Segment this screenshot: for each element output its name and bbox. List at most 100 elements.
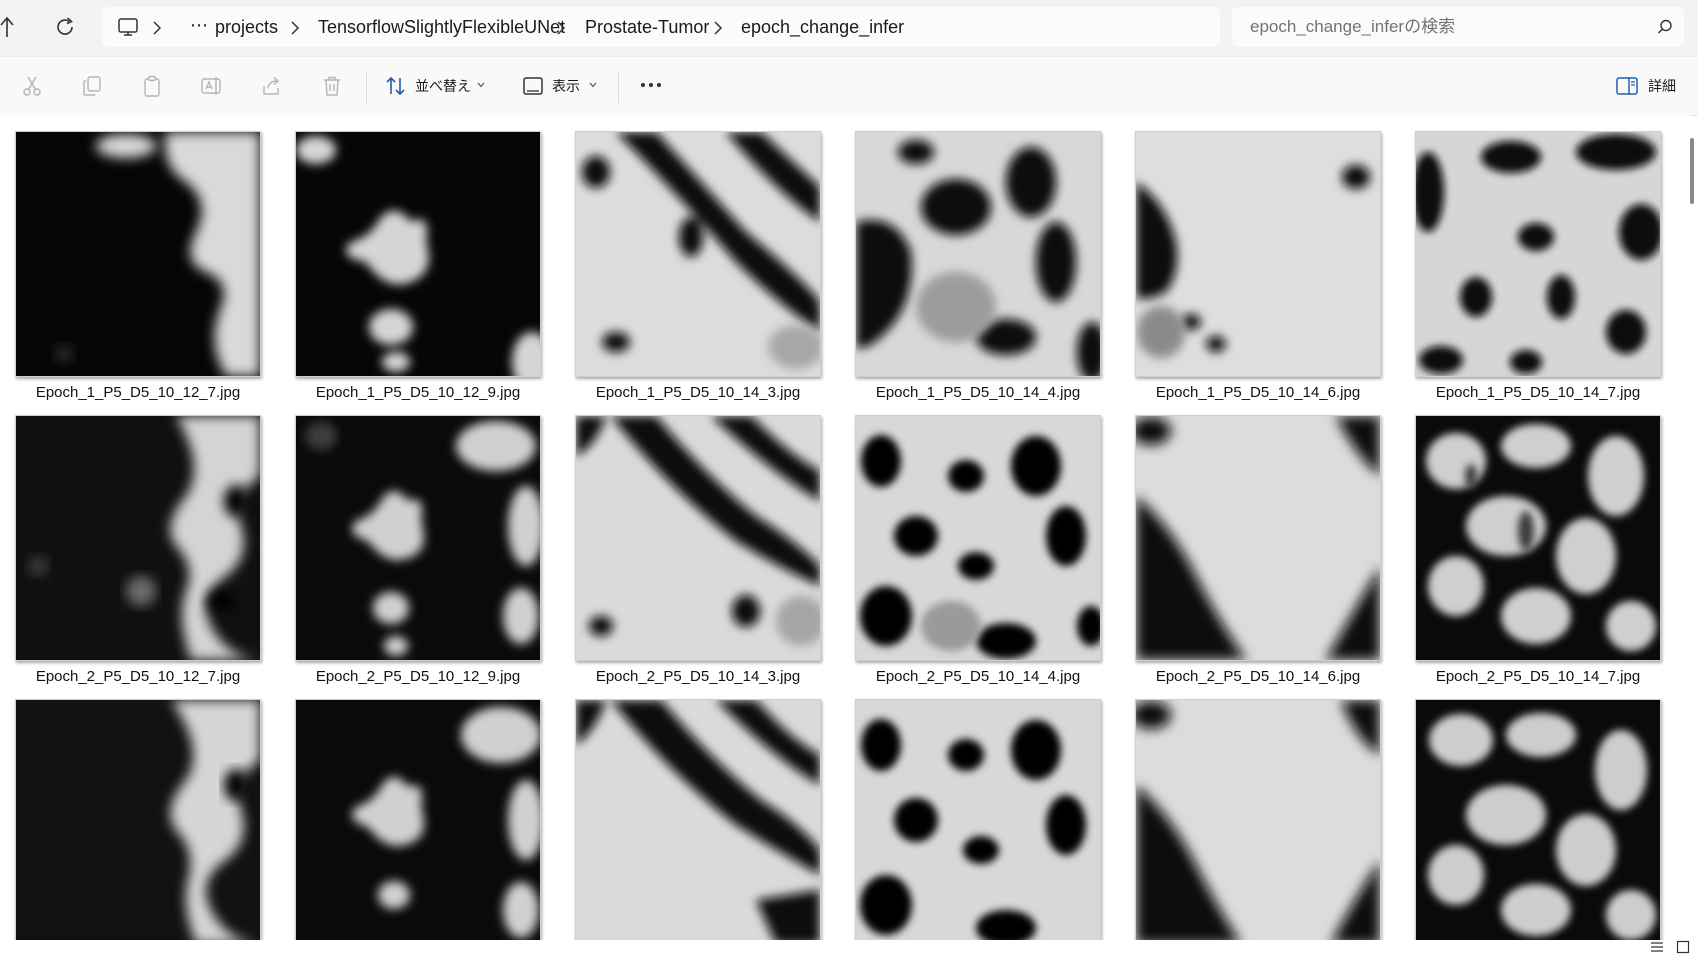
rename-icon[interactable]	[200, 74, 224, 98]
up-arrow-icon[interactable]	[0, 15, 14, 39]
file-tile[interactable]	[855, 699, 1101, 940]
image-thumbnail[interactable]	[1415, 415, 1661, 661]
file-tile[interactable]: Epoch_2_P5_D5_10_12_7.jpg	[15, 415, 261, 698]
sort-icon[interactable]	[384, 74, 408, 98]
chevron-down-icon[interactable]	[589, 82, 597, 88]
image-thumbnail[interactable]	[855, 699, 1101, 940]
thumbnail-image	[576, 132, 820, 376]
command-bar: 並べ替え 表示 詳細	[0, 56, 1698, 116]
this-pc-icon[interactable]	[117, 16, 139, 38]
file-name[interactable]: Epoch_2_P5_D5_10_14_6.jpg	[1125, 668, 1391, 686]
thumbnail-image	[1416, 132, 1660, 376]
file-name[interactable]: Epoch_1_P5_D5_10_14_3.jpg	[565, 384, 831, 402]
cut-icon[interactable]	[20, 74, 44, 98]
thumbnail-image	[1136, 416, 1380, 660]
chevron-right-icon[interactable]	[289, 21, 301, 35]
image-thumbnail[interactable]	[1415, 131, 1661, 377]
file-name[interactable]: Epoch_1_P5_D5_10_12_7.jpg	[5, 384, 271, 402]
image-thumbnail[interactable]	[575, 415, 821, 661]
image-thumbnail[interactable]	[295, 699, 541, 940]
scrollbar-thumb[interactable]	[1690, 138, 1694, 204]
file-tile[interactable]	[575, 699, 821, 940]
image-thumbnail[interactable]	[1135, 415, 1381, 661]
file-name[interactable]: Epoch_1_P5_D5_10_14_7.jpg	[1405, 384, 1671, 402]
delete-icon[interactable]	[320, 74, 344, 98]
vertical-scrollbar[interactable]	[1688, 128, 1696, 948]
image-thumbnail[interactable]	[575, 131, 821, 377]
search-box[interactable]: epoch_change_inferの検索	[1232, 7, 1684, 47]
chevron-right-icon[interactable]	[151, 21, 163, 35]
chevron-right-icon[interactable]	[712, 21, 724, 35]
view-button[interactable]: 表示	[552, 78, 580, 94]
search-icon[interactable]	[1656, 18, 1674, 36]
file-name[interactable]: Epoch_2_P5_D5_10_14_7.jpg	[1405, 668, 1671, 686]
file-name[interactable]: Epoch_1_P5_D5_10_14_4.jpg	[845, 384, 1111, 402]
address-toolbar: ⋯ projects TensorflowSlightlyFlexibleUNe…	[0, 0, 1698, 56]
breadcrumb-projects[interactable]: projects	[215, 17, 278, 37]
breadcrumb-overflow-icon[interactable]: ⋯	[190, 15, 209, 35]
image-thumbnail[interactable]	[1135, 131, 1381, 377]
more-options-icon[interactable]	[638, 73, 664, 97]
file-tile[interactable]: Epoch_1_P5_D5_10_12_7.jpg	[15, 131, 261, 414]
details-view-icon[interactable]	[1650, 941, 1664, 953]
file-name[interactable]: Epoch_1_P5_D5_10_14_6.jpg	[1125, 384, 1391, 402]
file-tile[interactable]: Epoch_1_P5_D5_10_12_9.jpg	[295, 131, 541, 414]
file-tile[interactable]: Epoch_2_P5_D5_10_14_7.jpg	[1415, 415, 1661, 698]
file-tile[interactable]	[1135, 699, 1381, 940]
thumbnail-image	[296, 416, 540, 660]
thumbnail-image	[1136, 700, 1380, 940]
file-tile[interactable]	[295, 699, 541, 940]
share-icon[interactable]	[260, 74, 284, 98]
file-name[interactable]: Epoch_1_P5_D5_10_12_9.jpg	[285, 384, 551, 402]
file-tile[interactable]: Epoch_1_P5_D5_10_14_7.jpg	[1415, 131, 1661, 414]
search-input[interactable]: epoch_change_inferの検索	[1250, 17, 1455, 37]
breadcrumb-prostate-tumor[interactable]: Prostate-Tumor	[585, 17, 709, 37]
chevron-down-icon[interactable]	[477, 82, 485, 88]
file-tile[interactable]: Epoch_2_P5_D5_10_14_6.jpg	[1135, 415, 1381, 698]
image-thumbnail[interactable]	[855, 415, 1101, 661]
view-icon[interactable]	[521, 74, 545, 98]
file-tile[interactable]: Epoch_1_P5_D5_10_14_4.jpg	[855, 131, 1101, 414]
paste-icon[interactable]	[140, 74, 164, 98]
breadcrumb-unet[interactable]: TensorflowSlightlyFlexibleUNet	[318, 17, 565, 37]
refresh-icon[interactable]	[52, 14, 78, 40]
chevron-right-icon[interactable]	[555, 21, 567, 35]
thumbnail-image	[1136, 132, 1380, 376]
file-tile[interactable]: Epoch_2_P5_D5_10_14_3.jpg	[575, 415, 821, 698]
file-tile[interactable]: Epoch_2_P5_D5_10_12_9.jpg	[295, 415, 541, 698]
toolbar-divider	[366, 71, 367, 103]
file-tile[interactable]: Epoch_1_P5_D5_10_14_6.jpg	[1135, 131, 1381, 414]
image-thumbnail[interactable]	[295, 415, 541, 661]
thumbnail-image	[576, 416, 820, 660]
thumbnail-image	[576, 700, 820, 940]
file-tile[interactable]: Epoch_2_P5_D5_10_14_4.jpg	[855, 415, 1101, 698]
thumbnail-image	[296, 700, 540, 940]
file-tile[interactable]	[15, 699, 261, 940]
file-name[interactable]: Epoch_2_P5_D5_10_14_4.jpg	[845, 668, 1111, 686]
thumbnail-image	[16, 416, 260, 660]
file-name[interactable]: Epoch_2_P5_D5_10_14_3.jpg	[565, 668, 831, 686]
address-bar[interactable]: ⋯ projects TensorflowSlightlyFlexibleUNe…	[102, 7, 1220, 47]
sort-button[interactable]: 並べ替え	[415, 78, 471, 94]
image-thumbnail[interactable]	[295, 131, 541, 377]
file-tile[interactable]	[1415, 699, 1661, 940]
copy-icon[interactable]	[80, 74, 104, 98]
file-name[interactable]: Epoch_2_P5_D5_10_12_7.jpg	[5, 668, 271, 686]
file-tile[interactable]: Epoch_1_P5_D5_10_14_3.jpg	[575, 131, 821, 414]
toolbar-divider	[618, 71, 619, 103]
thumbnail-image	[856, 132, 1100, 376]
image-thumbnail[interactable]	[855, 131, 1101, 377]
image-thumbnail[interactable]	[15, 415, 261, 661]
image-thumbnail[interactable]	[575, 699, 821, 940]
image-thumbnail[interactable]	[1135, 699, 1381, 940]
details-button[interactable]: 詳細	[1648, 78, 1676, 94]
thumbnail-image	[16, 132, 260, 376]
details-pane-icon[interactable]	[1616, 77, 1638, 95]
file-grid: Epoch_1_P5_D5_10_12_7.jpg Epoch_1_P5_D5_…	[0, 115, 1690, 940]
file-name[interactable]: Epoch_2_P5_D5_10_12_9.jpg	[285, 668, 551, 686]
large-icons-view-icon[interactable]	[1676, 940, 1690, 954]
image-thumbnail[interactable]	[1415, 699, 1661, 940]
image-thumbnail[interactable]	[15, 131, 261, 377]
image-thumbnail[interactable]	[15, 699, 261, 940]
breadcrumb-current-folder[interactable]: epoch_change_infer	[741, 17, 904, 37]
